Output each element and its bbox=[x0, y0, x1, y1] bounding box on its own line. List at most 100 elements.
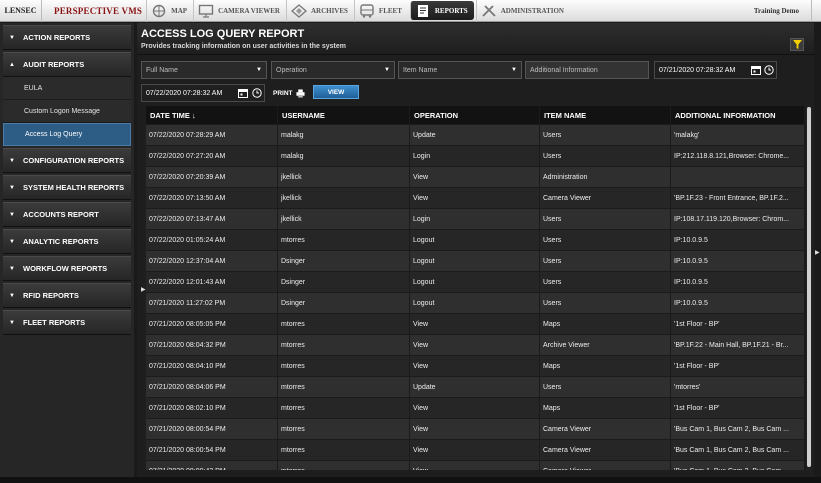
sidebar-item-label: FLEET REPORTS bbox=[23, 318, 86, 327]
chevron-down-icon: ▼ bbox=[380, 62, 394, 78]
cell-item-name: Users bbox=[540, 146, 671, 166]
sidebar-item-access-log-query[interactable]: Access Log Query bbox=[3, 123, 131, 146]
filter-button[interactable] bbox=[790, 38, 804, 51]
sidebar-item-accounts-report[interactable]: ▼ ACCOUNTS REPORT bbox=[3, 202, 131, 227]
sidebar-item-fleet-reports[interactable]: ▼ FLEET REPORTS bbox=[3, 310, 131, 335]
table-row[interactable]: 07/21/2020 08:04:32 PM mtorres View Archive… bbox=[146, 335, 804, 355]
nav-fleet-label: FLEET bbox=[378, 6, 402, 15]
cell-date-time: 07/21/2020 11:27:02 PM bbox=[146, 293, 278, 313]
cell-username: mtorres bbox=[278, 335, 410, 355]
cell-operation: Logout bbox=[410, 293, 540, 313]
sidebar-item-workflow-reports[interactable]: ▼ WORKFLOW REPORTS bbox=[3, 256, 131, 281]
cell-item-name: Users bbox=[540, 293, 671, 313]
cell-additional-information: IP:212.118.8.121,Browser: Chrome... bbox=[671, 146, 804, 166]
sidebar-item-eula[interactable]: EULA bbox=[3, 77, 131, 100]
cell-operation: Login bbox=[410, 209, 540, 229]
sidebar-item-custom-logon-message[interactable]: Custom Logon Message bbox=[3, 100, 131, 123]
additional-information-input[interactable]: Additional Information bbox=[525, 61, 649, 79]
cell-operation: Update bbox=[410, 377, 540, 397]
cell-date-time: 07/21/2020 08:00:54 PM bbox=[146, 419, 278, 439]
reports-sidebar: ▼ ACTION REPORTS ▲ AUDIT REPORTS EULA Cust… bbox=[0, 23, 134, 483]
cell-item-name: Administration bbox=[540, 167, 671, 187]
date-to-input[interactable]: 07/22/2020 07:28:32 AM bbox=[141, 84, 265, 102]
date-from-input[interactable]: 07/21/2020 07:28:32 AM bbox=[654, 61, 777, 79]
cell-date-time: 07/22/2020 12:01:43 AM bbox=[146, 272, 278, 292]
cell-operation: View bbox=[410, 188, 540, 208]
table-row[interactable]: 07/21/2020 08:05:05 PM mtorres View Maps '1s… bbox=[146, 314, 804, 334]
nav-reports[interactable]: REPORTS bbox=[409, 1, 474, 20]
cell-additional-information: IP:10.0.9.5 bbox=[671, 230, 804, 250]
cell-operation: View bbox=[410, 335, 540, 355]
table-row[interactable]: 07/22/2020 07:20:39 AM jkellick View Admini… bbox=[146, 167, 804, 187]
table-row[interactable]: 07/21/2020 08:04:10 PM mtorres View Maps '1s… bbox=[146, 356, 804, 376]
nav-archives-label: ARCHIVES bbox=[310, 6, 348, 15]
item-name-select[interactable]: Item Name ▼ bbox=[398, 61, 522, 79]
column-header-item-name[interactable]: ITEM NAME bbox=[540, 106, 671, 124]
vertical-scrollbar[interactable] bbox=[806, 106, 812, 470]
table-row[interactable]: 07/22/2020 07:13:47 AM jkellick Login Users… bbox=[146, 209, 804, 229]
table-row[interactable]: 07/22/2020 07:27:20 AM malakg Login Users IP… bbox=[146, 146, 804, 166]
cell-username: mtorres bbox=[278, 314, 410, 334]
cell-item-name: Users bbox=[540, 125, 671, 145]
report-header: ACCESS LOG QUERY REPORT Provides trackin… bbox=[137, 23, 814, 55]
column-header-username[interactable]: USERNAME bbox=[278, 106, 410, 124]
sidebar-item-configuration-reports[interactable]: ▼ CONFIGURATION REPORTS bbox=[3, 148, 131, 173]
chevron-down-icon: ▼ bbox=[9, 319, 15, 326]
table-row[interactable]: 07/22/2020 12:37:04 AM Dsinger Logout Users… bbox=[146, 251, 804, 271]
cell-additional-information: IP:108.17.119.120,Browser: Chrom... bbox=[671, 209, 804, 229]
column-header-date-time[interactable]: DATE TIME ↓ bbox=[146, 106, 278, 124]
sidebar-item-analytic-reports[interactable]: ▼ ANALYTIC REPORTS bbox=[3, 229, 131, 254]
nav-camera-viewer[interactable]: CAMERA VIEWER bbox=[193, 0, 286, 22]
column-header-additional-information[interactable]: ADDITIONAL INFORMATION bbox=[671, 106, 804, 124]
cell-additional-information: 'BP.1F.23 - Front Entrance, BP.1F.2... bbox=[671, 188, 804, 208]
user-menu[interactable]: Training Demo bbox=[754, 0, 812, 22]
nav-camera-viewer-label: CAMERA VIEWER bbox=[218, 6, 280, 15]
caret-right-icon[interactable]: ▶ bbox=[815, 249, 820, 256]
nav-administration[interactable]: ADMINISTRATION bbox=[475, 0, 570, 22]
sidebar-item-rfid-reports[interactable]: ▼ RFID REPORTS bbox=[3, 283, 131, 308]
table-row[interactable]: 07/22/2020 01:05:24 AM mtorres Logout Users… bbox=[146, 230, 804, 250]
table-row[interactable]: 07/22/2020 07:28:29 AM malakg Update Users '… bbox=[146, 125, 804, 145]
nav-fleet[interactable]: FLEET bbox=[353, 0, 408, 22]
table-row[interactable]: 07/21/2020 08:00:54 PM mtorres View Camera … bbox=[146, 419, 804, 439]
sidebar-item-label: RFID REPORTS bbox=[23, 291, 79, 300]
caret-right-icon[interactable]: ▶ bbox=[141, 286, 146, 293]
table-row[interactable]: 07/21/2020 11:27:02 PM Dsinger Logout Users… bbox=[146, 293, 804, 313]
clock-icon[interactable] bbox=[252, 88, 262, 98]
clock-icon[interactable] bbox=[764, 65, 774, 75]
sidebar-item-audit-reports[interactable]: ▲ AUDIT REPORTS bbox=[3, 52, 131, 77]
sidebar-item-system-health-reports[interactable]: ▼ SYSTEM HEALTH REPORTS bbox=[3, 175, 131, 200]
cell-date-time: 07/22/2020 07:27:20 AM bbox=[146, 146, 278, 166]
view-button[interactable]: VIEW bbox=[313, 85, 359, 99]
operation-select[interactable]: Operation ▼ bbox=[271, 61, 395, 79]
cell-additional-information: IP:10.0.9.5 bbox=[671, 251, 804, 271]
calendar-icon[interactable] bbox=[751, 65, 761, 75]
sidebar-item-action-reports[interactable]: ▼ ACTION REPORTS bbox=[3, 25, 131, 50]
calendar-icon[interactable] bbox=[238, 88, 248, 98]
cell-date-time: 07/22/2020 07:13:47 AM bbox=[146, 209, 278, 229]
cell-date-time: 07/21/2020 08:02:10 PM bbox=[146, 398, 278, 418]
table-row[interactable]: 07/21/2020 08:04:06 PM mtorres Update Users… bbox=[146, 377, 804, 397]
nav-map[interactable]: MAP bbox=[146, 0, 193, 22]
table-row[interactable]: 07/21/2020 08:00:43 PMmtorresViewCamera … bbox=[146, 461, 804, 470]
full-name-select[interactable]: Full Name ▼ bbox=[141, 61, 267, 79]
nav-archives[interactable]: ARCHIVES bbox=[285, 0, 354, 22]
map-icon bbox=[152, 4, 166, 17]
cell-item-name: Maps bbox=[540, 398, 671, 418]
print-button[interactable]: PRINT bbox=[273, 89, 305, 98]
table-row[interactable]: 07/22/2020 07:13:50 AM jkellick View Camera… bbox=[146, 188, 804, 208]
chevron-down-icon: ▼ bbox=[9, 265, 15, 272]
column-header-operation[interactable]: OPERATION bbox=[410, 106, 540, 124]
cell-item-name: Camera Viewer bbox=[540, 419, 671, 439]
cell-operation: View bbox=[410, 314, 540, 334]
nav-reports-label: REPORTS bbox=[434, 6, 468, 15]
scrollbar-thumb[interactable] bbox=[807, 107, 811, 467]
monitor-icon bbox=[198, 4, 214, 18]
table-row[interactable]: 07/21/2020 08:00:54 PM mtorres View Camera … bbox=[146, 440, 804, 460]
cell-item-name: Users bbox=[540, 209, 671, 229]
cell-date-time: 07/22/2020 07:13:50 AM bbox=[146, 188, 278, 208]
cell-item-name: Maps bbox=[540, 356, 671, 376]
table-row[interactable]: 07/21/2020 08:02:10 PM mtorres View Maps '1s… bbox=[146, 398, 804, 418]
cell-operation: Update bbox=[410, 125, 540, 145]
table-row[interactable]: 07/22/2020 12:01:43 AM Dsinger Logout Users… bbox=[146, 272, 804, 292]
